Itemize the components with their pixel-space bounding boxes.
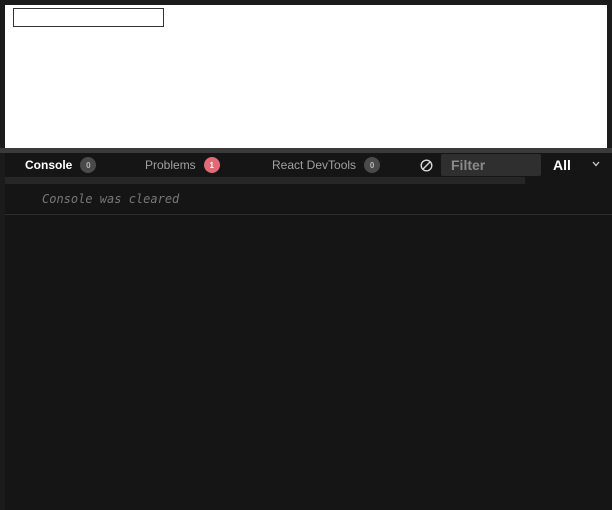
tab-console-count-badge: 0 xyxy=(80,157,97,173)
console-message-text: Console was cleared xyxy=(42,192,180,206)
clear-console-button[interactable] xyxy=(418,157,434,173)
devtools-tab-bar: Console 0 Problems 1 React DevTools 0 Al… xyxy=(5,153,612,177)
tab-console-label: Console xyxy=(25,158,73,172)
clear-console-icon xyxy=(419,158,433,172)
toolbar-scroll-strip xyxy=(5,177,525,184)
console-output: Console was cleared xyxy=(5,184,612,510)
log-level-label: All xyxy=(553,157,571,173)
right-edge xyxy=(607,0,612,150)
tab-problems[interactable]: Problems 1 xyxy=(145,153,220,177)
console-message-row: Console was cleared xyxy=(5,184,612,215)
tab-react-devtools[interactable]: React DevTools 0 xyxy=(272,153,381,177)
tab-problems-count-badge: 1 xyxy=(203,157,220,173)
chevron-down-icon xyxy=(592,161,600,167)
log-level-select[interactable]: All xyxy=(549,153,612,177)
tab-react-devtools-label: React DevTools xyxy=(272,158,357,172)
tab-console[interactable]: Console 0 xyxy=(25,153,97,177)
app-frame: Console 0 Problems 1 React DevTools 0 Al… xyxy=(0,0,612,510)
preview-pane xyxy=(5,5,607,148)
tab-problems-label: Problems xyxy=(145,158,196,172)
preview-text-input[interactable] xyxy=(13,8,164,27)
tab-react-devtools-count-badge: 0 xyxy=(364,157,381,173)
filter-input[interactable] xyxy=(441,154,541,176)
